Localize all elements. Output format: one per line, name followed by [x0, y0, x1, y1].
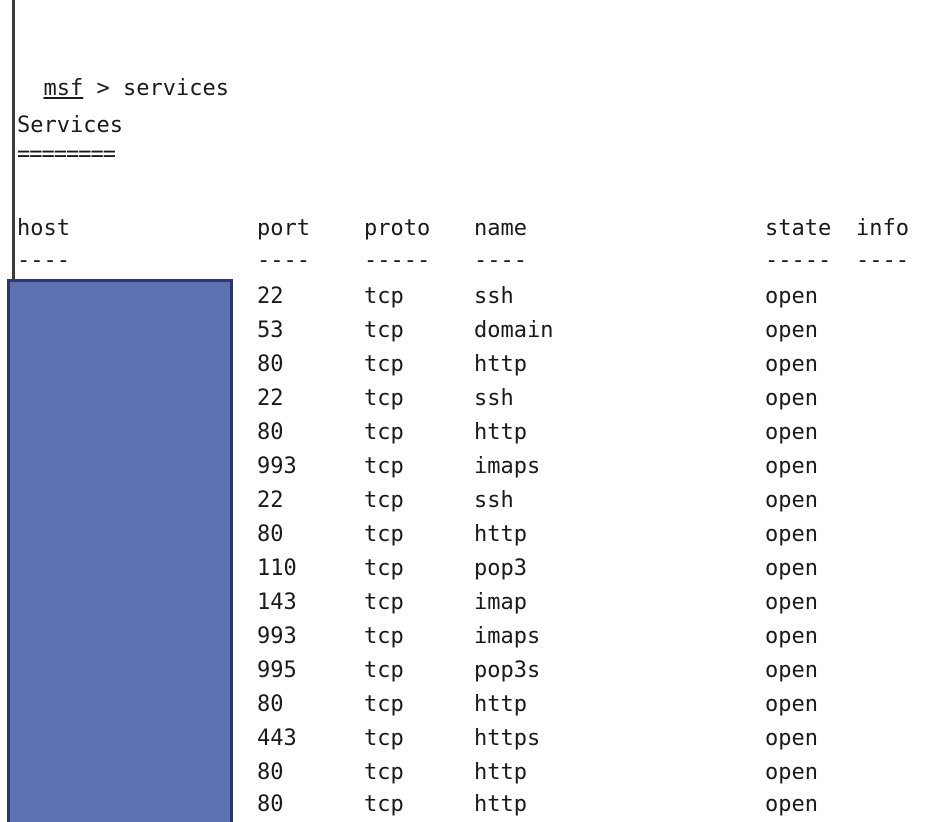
cell-proto: tcp — [364, 522, 404, 547]
table-separator-row: ---- ---- ----- ---- ----- ---- — [0, 244, 948, 278]
cell-state: open — [765, 318, 818, 343]
cell-proto: tcp — [364, 624, 404, 649]
prompt-user: msf — [43, 76, 84, 101]
cell-state: open — [765, 284, 818, 309]
cell-port: 80 — [257, 522, 284, 547]
separator-state: ----- — [765, 248, 832, 273]
cell-name: http — [474, 792, 527, 817]
cell-port: 995 — [257, 658, 297, 683]
cell-name: pop3 — [474, 556, 527, 581]
cell-state: open — [765, 726, 818, 751]
cell-proto: tcp — [364, 488, 404, 513]
command-text: > services — [83, 76, 229, 101]
header-name: name — [474, 216, 527, 241]
cell-proto: tcp — [364, 318, 404, 343]
header-state: state — [765, 216, 832, 241]
cell-port: 80 — [257, 760, 284, 785]
table-header-row: host port proto name state info — [0, 212, 948, 246]
cell-state: open — [765, 658, 818, 683]
separator-host: ---- — [17, 248, 70, 273]
command-line: msf > services — [17, 44, 229, 101]
cell-port: 22 — [257, 488, 284, 513]
cell-name: http — [474, 420, 527, 445]
cell-port: 993 — [257, 624, 297, 649]
header-info: info — [856, 216, 909, 241]
cell-state: open — [765, 624, 818, 649]
services-heading-underline: ======== — [17, 142, 116, 167]
cell-state: open — [765, 488, 818, 513]
cell-proto: tcp — [364, 760, 404, 785]
cell-port: 80 — [257, 692, 284, 717]
cell-proto: tcp — [364, 556, 404, 581]
cell-proto: tcp — [364, 658, 404, 683]
cell-proto: tcp — [364, 420, 404, 445]
cell-name: ssh — [474, 386, 514, 411]
cell-name: http — [474, 352, 527, 377]
cell-state: open — [765, 386, 818, 411]
cell-port: 22 — [257, 284, 284, 309]
separator-info: ---- — [856, 248, 909, 273]
cell-name: imap — [474, 590, 527, 615]
cell-state: open — [765, 420, 818, 445]
cell-state: open — [765, 556, 818, 581]
cell-proto: tcp — [364, 386, 404, 411]
cell-proto: tcp — [364, 590, 404, 615]
cell-state: open — [765, 522, 818, 547]
cell-name: imaps — [474, 624, 541, 649]
cell-proto: tcp — [364, 726, 404, 751]
cell-name: http — [474, 522, 527, 547]
cell-state: open — [765, 454, 818, 479]
cell-proto: tcp — [364, 284, 404, 309]
cell-name: imaps — [474, 454, 541, 479]
cell-name: ssh — [474, 284, 514, 309]
cell-state: open — [765, 352, 818, 377]
cell-port: 22 — [257, 386, 284, 411]
cell-port: 993 — [257, 454, 297, 479]
header-proto: proto — [364, 216, 431, 241]
cell-state: open — [765, 590, 818, 615]
header-port: port — [257, 216, 310, 241]
cell-proto: tcp — [364, 792, 404, 817]
cell-state: open — [765, 692, 818, 717]
separator-port: ---- — [257, 248, 310, 273]
cell-port: 80 — [257, 792, 284, 817]
cell-name: http — [474, 760, 527, 785]
cell-name: ssh — [474, 488, 514, 513]
services-heading: Services — [17, 113, 123, 138]
cell-name: https — [474, 726, 541, 751]
cell-port: 110 — [257, 556, 297, 581]
header-host: host — [17, 216, 70, 241]
cell-port: 143 — [257, 590, 297, 615]
cell-proto: tcp — [364, 352, 404, 377]
cell-state: open — [765, 760, 818, 785]
cell-state: open — [765, 792, 818, 817]
cell-port: 443 — [257, 726, 297, 751]
cell-name: domain — [474, 318, 554, 343]
cell-name: pop3s — [474, 658, 541, 683]
cell-proto: tcp — [364, 692, 404, 717]
cell-proto: tcp — [364, 454, 404, 479]
cell-port: 53 — [257, 318, 284, 343]
cell-port: 80 — [257, 352, 284, 377]
cell-name: http — [474, 692, 527, 717]
cell-port: 80 — [257, 420, 284, 445]
separator-name: ---- — [474, 248, 527, 273]
host-redaction-box — [7, 279, 233, 822]
separator-proto: ----- — [364, 248, 431, 273]
